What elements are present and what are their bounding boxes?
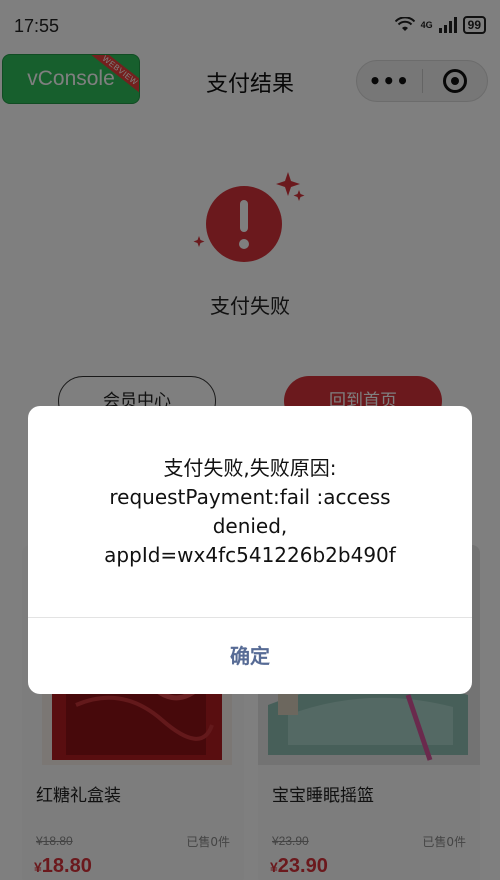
dialog-message-line: denied, bbox=[212, 514, 288, 538]
confirm-button[interactable]: 确定 bbox=[28, 618, 472, 694]
dialog-message-line: 支付失败,失败原因: bbox=[163, 456, 337, 480]
dialog-message-line: appId=wx4fc541226b2b490f bbox=[104, 543, 396, 567]
payment-error-dialog: 支付失败,失败原因: requestPayment:fail :access d… bbox=[28, 406, 472, 694]
dialog-message: 支付失败,失败原因: requestPayment:fail :access d… bbox=[48, 454, 452, 570]
dialog-message-line: requestPayment:fail :access bbox=[109, 485, 391, 509]
